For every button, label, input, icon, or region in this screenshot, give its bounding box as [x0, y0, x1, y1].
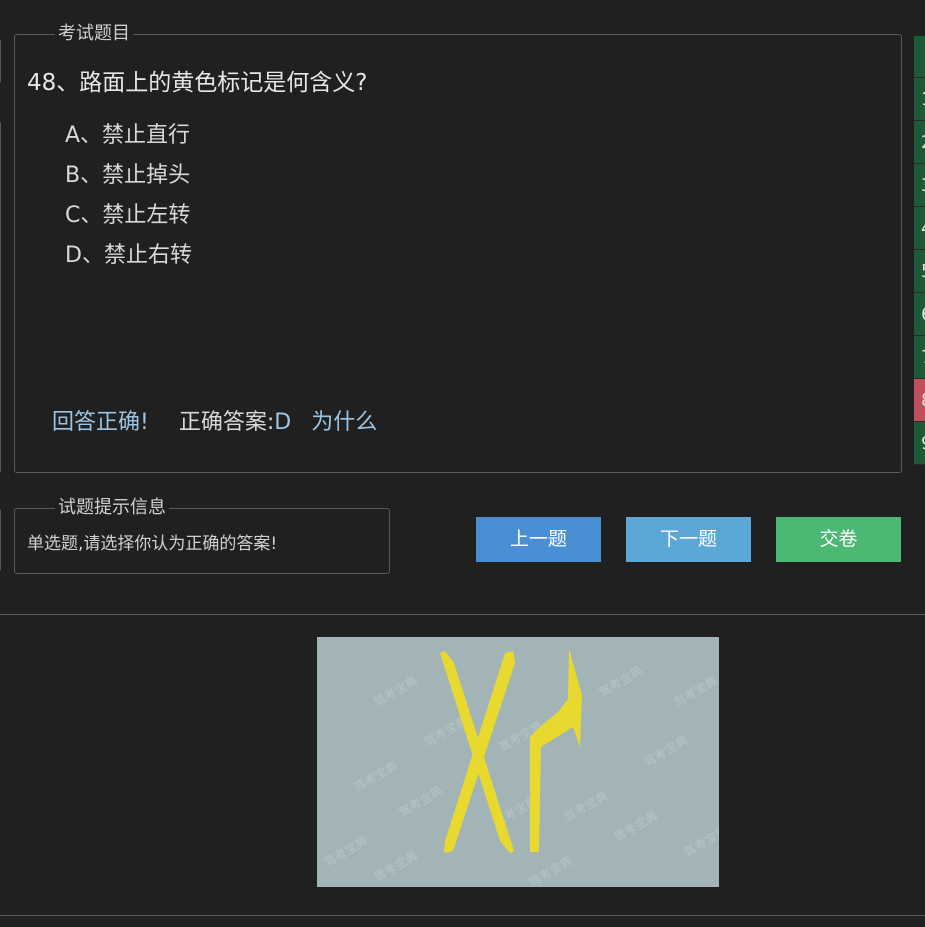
question-nav-cell[interactable]: 1	[914, 78, 925, 121]
question-nav-cell[interactable]: 6	[914, 293, 925, 336]
prev-question-button[interactable]: 上一题	[476, 517, 601, 562]
yellow-road-marking	[440, 649, 582, 853]
watermark-layer: 驾考宝典 驾考宝典 驾考宝典 驾考宝典 驾考宝典 驾考宝典 驾考宝典 驾考宝典 …	[322, 663, 720, 887]
question-nav-cell[interactable]: 5	[914, 250, 925, 293]
watermark-text: 驾考宝典	[597, 663, 646, 699]
marking-turn-arrow	[530, 649, 582, 852]
watermark-text: 驾考宝典	[352, 758, 401, 794]
question-nav-strip: 1 2 3 4 5 6 7 8 9	[914, 36, 925, 465]
question-nav-cell[interactable]: 3	[914, 164, 925, 207]
hint-panel-legend: 试题提示信息	[55, 497, 169, 519]
option-b[interactable]: B、禁止掉头	[65, 157, 190, 189]
option-d[interactable]: D、禁止右转	[65, 237, 192, 269]
watermark-text: 驾考宝典	[527, 853, 576, 887]
option-c[interactable]: C、禁止左转	[65, 197, 190, 229]
watermark-text: 驾考宝典	[372, 673, 421, 709]
left-edge-divider	[0, 510, 1, 570]
result-status: 回答正确!	[52, 410, 149, 435]
question-nav-cell-wrong[interactable]: 8	[914, 379, 925, 422]
correct-answer-label: 正确答案:	[178, 410, 275, 435]
hint-panel: 试题提示信息 单选题,请选择你认为正确的答案!	[14, 497, 390, 574]
section-divider	[0, 614, 925, 615]
watermark-text: 驾考宝典	[672, 673, 720, 709]
left-edge-divider	[0, 122, 1, 472]
question-nav-cell[interactable]: 4	[914, 207, 925, 250]
question-image: 驾考宝典 驾考宝典 驾考宝典 驾考宝典 驾考宝典 驾考宝典 驾考宝典 驾考宝典 …	[317, 637, 719, 887]
correct-answer-value: D	[274, 410, 292, 435]
option-a[interactable]: A、禁止直行	[65, 117, 190, 149]
watermark-text: 驾考宝典	[322, 833, 371, 869]
section-divider	[0, 915, 925, 916]
watermark-text: 驾考宝典	[397, 783, 446, 819]
road-marking-graphic: 驾考宝典 驾考宝典 驾考宝典 驾考宝典 驾考宝典 驾考宝典 驾考宝典 驾考宝典 …	[322, 649, 720, 887]
hint-text: 单选题,请选择你认为正确的答案!	[27, 534, 278, 554]
left-edge-divider	[0, 40, 1, 82]
question-nav-cell[interactable]	[914, 36, 925, 78]
answer-result-line: 回答正确! 正确答案:D 为什么	[52, 404, 377, 436]
submit-exam-button[interactable]: 交卷	[776, 517, 901, 562]
question-nav-cell[interactable]: 9	[914, 422, 925, 465]
watermark-text: 驾考宝典	[682, 823, 720, 859]
watermark-text: 驾考宝典	[612, 808, 661, 844]
exam-panel-legend: 考试题目	[55, 23, 133, 45]
question-title: 48、路面上的黄色标记是何含义?	[27, 70, 368, 96]
watermark-text: 驾考宝典	[642, 733, 691, 769]
exam-question-panel: 考试题目 48、路面上的黄色标记是何含义? A、禁止直行 B、禁止掉头 C、禁止…	[14, 23, 902, 473]
next-question-button[interactable]: 下一题	[626, 517, 751, 562]
question-nav-cell[interactable]: 2	[914, 121, 925, 164]
question-nav-cell[interactable]: 7	[914, 336, 925, 379]
why-link[interactable]: 为什么	[311, 410, 377, 435]
watermark-text: 驾考宝典	[562, 788, 611, 824]
watermark-text: 驾考宝典	[372, 848, 421, 884]
